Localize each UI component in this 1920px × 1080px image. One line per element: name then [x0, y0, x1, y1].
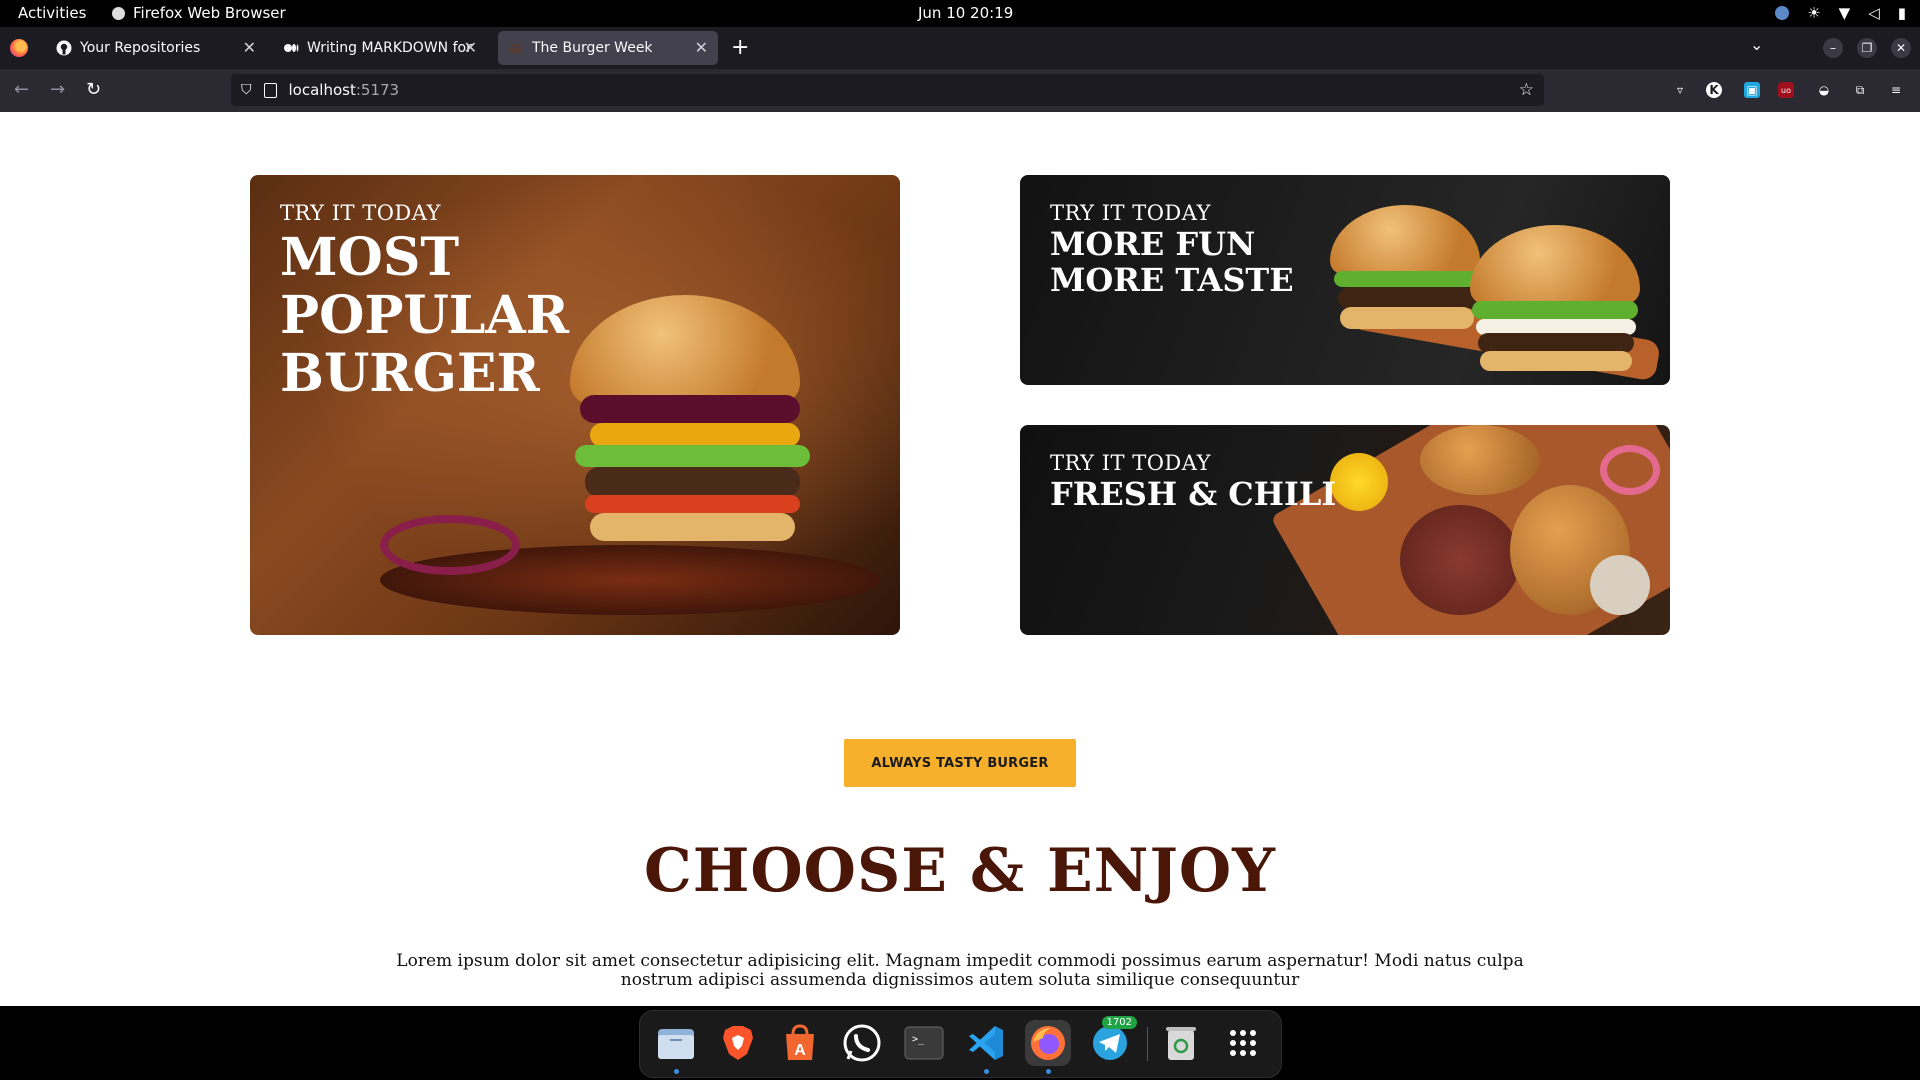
page-content: TRY IT TODAY MOST POPULAR BURGER TRY IT … [0, 112, 1920, 1006]
burger-favicon [508, 40, 524, 56]
burgers-on-board-image [1320, 195, 1662, 382]
section-title: CHOOSE & ENJOY [643, 836, 1277, 906]
app-center-icon[interactable]: A [777, 1020, 823, 1066]
svg-text:>_: >_ [912, 1034, 925, 1045]
reload-icon[interactable]: ↻ [86, 79, 101, 100]
terminal-icon[interactable]: >_ [901, 1020, 947, 1066]
app-grid-icon[interactable] [1220, 1020, 1266, 1066]
extensions-icon[interactable]: ⧉ [1850, 80, 1870, 100]
tab-your-repositories[interactable]: Your Repositories ✕ [46, 31, 266, 65]
running-indicator [674, 1069, 679, 1074]
url-port: :5173 [355, 81, 400, 99]
translate-extension-icon[interactable]: ▣ [1744, 82, 1760, 98]
medium-icon [283, 40, 299, 56]
card-eyebrow: TRY IT TODAY [1050, 201, 1211, 225]
battery-icon[interactable]: ▮ [1898, 4, 1906, 22]
close-tab-icon[interactable]: ✕ [464, 38, 477, 57]
minimize-icon[interactable]: – [1823, 38, 1843, 58]
clock[interactable]: Jun 10 20:19 [918, 4, 1013, 22]
dock-separator [1147, 1027, 1148, 1061]
burger-ingredients-image [1270, 425, 1670, 635]
card-headline: FRESH & CHILI [1050, 475, 1337, 513]
url-host: localhost [288, 81, 356, 99]
maximize-icon[interactable]: ❐ [1857, 38, 1877, 58]
unread-badge: 1702 [1101, 1016, 1137, 1029]
vscode-icon[interactable] [963, 1020, 1009, 1066]
promo-card-fresh-chili[interactable]: TRY IT TODAY FRESH & CHILI [1020, 425, 1670, 635]
card-headline: MOST POPULAR BURGER [280, 227, 569, 405]
promo-card-most-popular[interactable]: TRY IT TODAY MOST POPULAR BURGER [250, 175, 900, 635]
forward-icon[interactable]: → [50, 79, 65, 100]
brave-icon[interactable] [715, 1020, 761, 1066]
close-tab-icon[interactable]: ✕ [243, 38, 256, 57]
system-tray[interactable]: ☀ ▼ ◁ ▮ [1775, 4, 1906, 22]
firefox-app-icon [112, 6, 125, 20]
tab-writing-markdown[interactable]: Writing MARKDOWN for your ✕ [273, 31, 487, 65]
app-menu-label: Firefox Web Browser [133, 4, 286, 22]
tab-strip: Your Repositories ✕ Writing MARKDOWN for… [0, 27, 1920, 69]
page-info-icon[interactable] [263, 82, 277, 98]
card-headline: MORE FUN MORE TASTE [1050, 225, 1294, 299]
color-picker-icon[interactable]: ◒ [1814, 80, 1834, 100]
tab-title: Writing MARKDOWN for your [307, 40, 472, 56]
tab-title: The Burger Week [532, 40, 653, 56]
close-window-icon[interactable]: ✕ [1891, 38, 1911, 58]
tab-title: Your Repositories [80, 40, 201, 56]
intro-paragraph: Lorem ipsum dolor sit amet consectetur a… [396, 951, 1524, 990]
close-tab-icon[interactable]: ✕ [695, 38, 708, 57]
files-icon[interactable] [653, 1020, 699, 1066]
url-bar[interactable]: ⛉ localhost:5173 ☆ [231, 74, 1544, 106]
wifi-icon[interactable]: ▼ [1839, 4, 1851, 22]
back-icon[interactable]: ← [14, 79, 29, 100]
system-top-bar: Activities Firefox Web Browser Jun 10 20… [0, 0, 1920, 27]
tracking-protection-icon[interactable]: ⛉ [241, 82, 252, 98]
whatsapp-icon[interactable] [839, 1020, 885, 1066]
promo-card-more-fun[interactable]: TRY IT TODAY MORE FUN MORE TASTE [1020, 175, 1670, 385]
running-indicator [984, 1069, 989, 1074]
github-icon [56, 40, 72, 56]
svg-text:A: A [794, 1042, 806, 1059]
firefox-icon[interactable] [1025, 1020, 1071, 1066]
navigation-toolbar: ← → ↻ ⛉ localhost:5173 ☆ ▿ K ▣ uo ◒ ⧉ ≡ [0, 69, 1920, 112]
app-menu[interactable]: Firefox Web Browser [112, 4, 286, 22]
ublock-origin-icon[interactable]: uo [1778, 82, 1794, 98]
user-status-icon[interactable] [1775, 6, 1790, 20]
trash-icon[interactable] [1158, 1020, 1204, 1066]
list-all-tabs-icon[interactable]: ⌄ [1750, 35, 1763, 54]
firefox-view-icon[interactable] [10, 39, 28, 57]
new-tab-icon[interactable]: + [731, 35, 749, 60]
tab-the-burger-week[interactable]: The Burger Week ✕ [498, 31, 718, 65]
card-eyebrow: TRY IT TODAY [1050, 451, 1211, 475]
brightness-icon[interactable]: ☀ [1807, 4, 1820, 22]
k-extension-icon[interactable]: K [1706, 82, 1722, 98]
pocket-icon[interactable]: ▿ [1670, 80, 1690, 100]
volume-icon[interactable]: ◁ [1868, 4, 1880, 22]
activities-button[interactable]: Activities [18, 4, 86, 22]
bookmark-star-icon[interactable]: ☆ [1519, 80, 1534, 100]
always-tasty-burger-button[interactable]: ALWAYS TASTY BURGER [844, 739, 1076, 787]
running-indicator [1046, 1069, 1051, 1074]
dock: A >_ 1702 [639, 1010, 1282, 1078]
telegram-icon[interactable]: 1702 [1087, 1016, 1137, 1066]
url-text[interactable]: localhost:5173 [289, 81, 400, 99]
card-eyebrow: TRY IT TODAY [280, 201, 441, 225]
menu-icon[interactable]: ≡ [1886, 80, 1906, 100]
